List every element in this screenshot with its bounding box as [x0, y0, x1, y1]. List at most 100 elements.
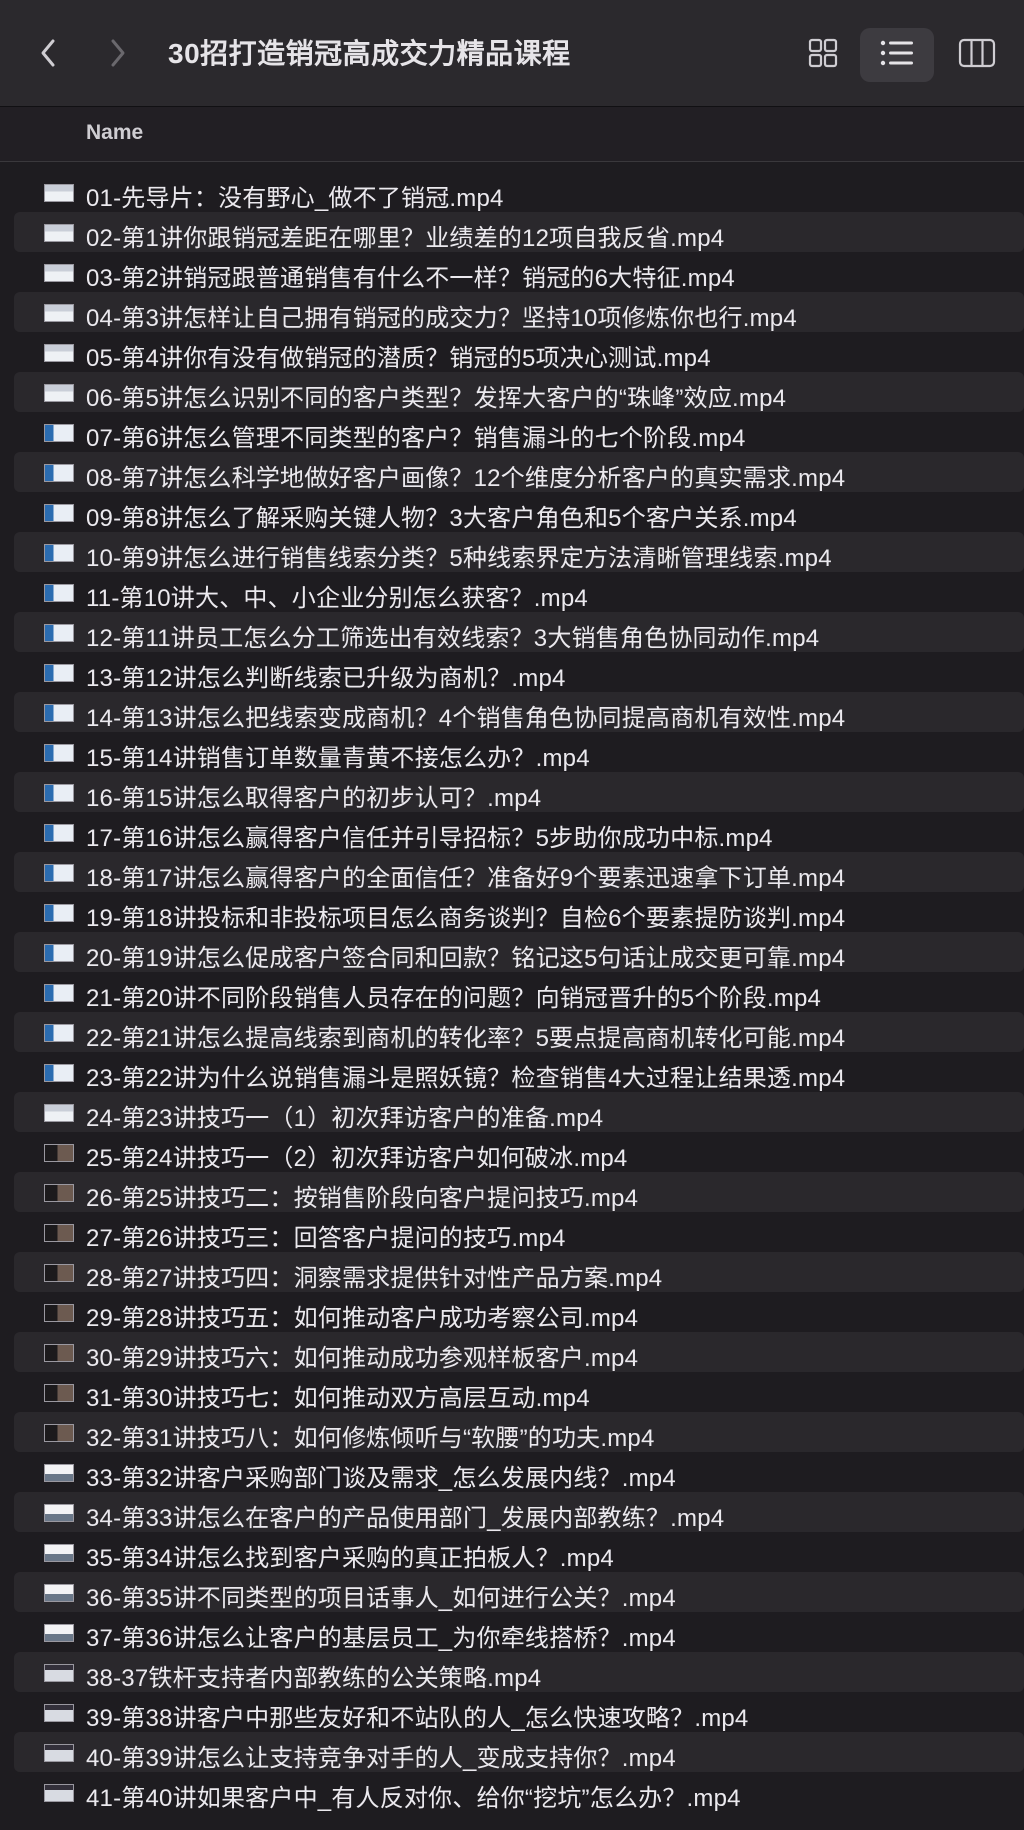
file-name: 33-第32讲客户采购部门谈及需求_怎么发展内线？.mp4 [86, 1465, 676, 1492]
file-row[interactable]: 14-第13讲怎么把线索变成商机？4个销售角色协同提高商机有效性.mp4 [14, 692, 1024, 732]
video-file-icon [44, 1744, 74, 1762]
file-row[interactable]: 05-第4讲你有没有做销冠的潜质？销冠的5项决心测试.mp4 [14, 332, 1024, 372]
file-name: 36-第35讲不同类型的项目话事人_如何进行公关？.mp4 [86, 1585, 676, 1612]
video-file-icon [44, 184, 74, 202]
file-row[interactable]: 39-第38讲客户中那些友好和不站队的人_怎么快速攻略？.mp4 [14, 1692, 1024, 1732]
file-row[interactable]: 12-第11讲员工怎么分工筛选出有效线索？3大销售角色协同动作.mp4 [14, 612, 1024, 652]
file-row[interactable]: 03-第2讲销冠跟普通销售有什么不一样？销冠的6大特征.mp4 [14, 252, 1024, 292]
video-file-icon [44, 784, 74, 802]
list-view-button[interactable] [860, 28, 934, 82]
video-file-icon [44, 1664, 74, 1682]
file-row[interactable]: 18-第17讲怎么赢得客户的全面信任？准备好9个要素迅速拿下订单.mp4 [14, 852, 1024, 892]
video-file-icon [44, 1184, 74, 1202]
file-row[interactable]: 02-第1讲你跟销冠差距在哪里？业绩差的12项自我反省.mp4 [14, 212, 1024, 252]
file-name: 06-第5讲怎么识别不同的客户类型？发挥大客户的“珠峰”效应.mp4 [86, 385, 787, 412]
file-row[interactable]: 23-第22讲为什么说销售漏斗是照妖镜？检查销售4大过程让结果透.mp4 [14, 1052, 1024, 1092]
file-name: 03-第2讲销冠跟普通销售有什么不一样？销冠的6大特征.mp4 [86, 265, 735, 292]
file-row[interactable]: 27-第26讲技巧三：回答客户提问的技巧.mp4 [14, 1212, 1024, 1252]
file-name: 32-第31讲技巧八：如何修炼倾听与“软腰”的功夫.mp4 [86, 1425, 655, 1452]
file-row[interactable]: 37-第36讲怎么让客户的基层员工_为你牵线搭桥？.mp4 [14, 1612, 1024, 1652]
video-file-icon [44, 1224, 74, 1242]
file-row[interactable]: 41-第40讲如果客户中_有人反对你、给你“挖坑”怎么办？.mp4 [14, 1772, 1024, 1812]
name-column-header[interactable]: Name [86, 121, 143, 145]
file-row[interactable]: 38-37铁杆支持者内部教练的公关策略.mp4 [14, 1652, 1024, 1692]
grid-view-icon [807, 37, 839, 74]
file-row[interactable]: 10-第9讲怎么进行销售线索分类？5种线索界定方法清晰管理线索.mp4 [14, 532, 1024, 572]
video-file-icon [44, 624, 74, 642]
file-row[interactable]: 40-第39讲怎么让支持竞争对手的人_变成支持你？.mp4 [14, 1732, 1024, 1772]
file-name: 21-第20讲不同阶段销售人员存在的问题？向销冠晋升的5个阶段.mp4 [86, 985, 822, 1012]
video-file-icon [44, 504, 74, 522]
file-row[interactable]: 29-第28讲技巧五：如何推动客户成功考察公司.mp4 [14, 1292, 1024, 1332]
file-name: 15-第14讲销售订单数量青黄不接怎么办？.mp4 [86, 745, 590, 772]
file-row[interactable]: 01-先导片：没有野心_做不了销冠.mp4 [14, 172, 1024, 212]
file-row[interactable]: 26-第25讲技巧二：按销售阶段向客户提问技巧.mp4 [14, 1172, 1024, 1212]
file-name: 10-第9讲怎么进行销售线索分类？5种线索界定方法清晰管理线索.mp4 [86, 545, 832, 572]
file-row[interactable]: 08-第7讲怎么科学地做好客户画像？12个维度分析客户的真实需求.mp4 [14, 452, 1024, 492]
file-row[interactable]: 35-第34讲怎么找到客户采购的真正拍板人？.mp4 [14, 1532, 1024, 1572]
file-name: 40-第39讲怎么让支持竞争对手的人_变成支持你？.mp4 [86, 1745, 676, 1772]
file-row[interactable]: 21-第20讲不同阶段销售人员存在的问题？向销冠晋升的5个阶段.mp4 [14, 972, 1024, 1012]
grid-view-button[interactable] [786, 28, 860, 82]
file-row[interactable]: 22-第21讲怎么提高线索到商机的转化率？5要点提高商机转化可能.mp4 [14, 1012, 1024, 1052]
video-file-icon [44, 944, 74, 962]
file-name: 23-第22讲为什么说销售漏斗是照妖镜？检查销售4大过程让结果透.mp4 [86, 1065, 846, 1092]
file-row[interactable]: 33-第32讲客户采购部门谈及需求_怎么发展内线？.mp4 [14, 1452, 1024, 1492]
file-name: 20-第19讲怎么促成客户签合同和回款？铭记这5句话让成交更可靠.mp4 [86, 945, 846, 972]
file-row[interactable]: 24-第23讲技巧一（1）初次拜访客户的准备.mp4 [14, 1092, 1024, 1132]
file-row[interactable]: 25-第24讲技巧一（2）初次拜访客户如何破冰.mp4 [14, 1132, 1024, 1172]
file-name: 01-先导片：没有野心_做不了销冠.mp4 [86, 185, 504, 212]
video-file-icon [44, 264, 74, 282]
file-row[interactable]: 04-第3讲怎样让自己拥有销冠的成交力？坚持10项修炼你也行.mp4 [14, 292, 1024, 332]
list-header: Name [0, 107, 1024, 162]
video-file-icon [44, 1624, 74, 1642]
chevron-left-icon [39, 38, 57, 68]
file-name: 07-第6讲怎么管理不同类型的客户？销售漏斗的七个阶段.mp4 [86, 425, 746, 452]
file-name: 02-第1讲你跟销冠差距在哪里？业绩差的12项自我反省.mp4 [86, 225, 725, 252]
file-row[interactable]: 31-第30讲技巧七：如何推动双方高层互动.mp4 [14, 1372, 1024, 1412]
video-file-icon [44, 384, 74, 402]
video-file-icon [44, 1544, 74, 1562]
video-file-icon [44, 344, 74, 362]
file-row[interactable]: 11-第10讲大、中、小企业分别怎么获客？.mp4 [14, 572, 1024, 612]
file-row[interactable]: 17-第16讲怎么赢得客户信任并引导招标？5步助你成功中标.mp4 [14, 812, 1024, 852]
video-file-icon [44, 1304, 74, 1322]
file-name: 04-第3讲怎样让自己拥有销冠的成交力？坚持10项修炼你也行.mp4 [86, 305, 797, 332]
file-row[interactable]: 09-第8讲怎么了解采购关键人物？3大客户角色和5个客户关系.mp4 [14, 492, 1024, 532]
file-name: 05-第4讲你有没有做销冠的潜质？销冠的5项决心测试.mp4 [86, 345, 711, 372]
video-file-icon [44, 1464, 74, 1482]
back-button[interactable] [28, 28, 68, 78]
file-row[interactable]: 34-第33讲怎么在客户的产品使用部门_发展内部教练？.mp4 [14, 1492, 1024, 1532]
file-name: 37-第36讲怎么让客户的基层员工_为你牵线搭桥？.mp4 [86, 1625, 676, 1652]
file-row[interactable]: 36-第35讲不同类型的项目话事人_如何进行公关？.mp4 [14, 1572, 1024, 1612]
file-row[interactable]: 32-第31讲技巧八：如何修炼倾听与“软腰”的功夫.mp4 [14, 1412, 1024, 1452]
file-name: 17-第16讲怎么赢得客户信任并引导招标？5步助你成功中标.mp4 [86, 825, 773, 852]
file-name: 14-第13讲怎么把线索变成商机？4个销售角色协同提高商机有效性.mp4 [86, 705, 846, 732]
video-file-icon [44, 1584, 74, 1602]
file-name: 09-第8讲怎么了解采购关键人物？3大客户角色和5个客户关系.mp4 [86, 505, 797, 532]
video-file-icon [44, 584, 74, 602]
file-name: 41-第40讲如果客户中_有人反对你、给你“挖坑”怎么办？.mp4 [86, 1785, 741, 1812]
chevron-right-icon [109, 38, 127, 68]
file-name: 11-第10讲大、中、小企业分别怎么获客？.mp4 [86, 585, 588, 612]
file-row[interactable]: 16-第15讲怎么取得客户的初步认可？.mp4 [14, 772, 1024, 812]
file-name: 26-第25讲技巧二：按销售阶段向客户提问技巧.mp4 [86, 1185, 639, 1212]
forward-button[interactable] [98, 28, 138, 78]
file-row[interactable]: 13-第12讲怎么判断线索已升级为商机？.mp4 [14, 652, 1024, 692]
video-file-icon [44, 1064, 74, 1082]
file-row[interactable]: 06-第5讲怎么识别不同的客户类型？发挥大客户的“珠峰”效应.mp4 [14, 372, 1024, 412]
file-row[interactable]: 30-第29讲技巧六：如何推动成功参观样板客户.mp4 [14, 1332, 1024, 1372]
list-view-icon [879, 39, 915, 72]
video-file-icon [44, 1144, 74, 1162]
file-name: 13-第12讲怎么判断线索已升级为商机？.mp4 [86, 665, 566, 692]
video-file-icon [44, 1384, 74, 1402]
video-file-icon [44, 1424, 74, 1442]
file-row[interactable]: 19-第18讲投标和非投标项目怎么商务谈判？自检6个要素提防谈判.mp4 [14, 892, 1024, 932]
file-row[interactable]: 28-第27讲技巧四：洞察需求提供针对性产品方案.mp4 [14, 1252, 1024, 1292]
column-view-button[interactable] [940, 28, 1014, 82]
file-list: 01-先导片：没有野心_做不了销冠.mp4 02-第1讲你跟销冠差距在哪里？业绩差… [0, 172, 1024, 1812]
column-view-icon [958, 38, 996, 73]
file-row[interactable]: 15-第14讲销售订单数量青黄不接怎么办？.mp4 [14, 732, 1024, 772]
file-row[interactable]: 20-第19讲怎么促成客户签合同和回款？铭记这5句话让成交更可靠.mp4 [14, 932, 1024, 972]
file-row[interactable]: 07-第6讲怎么管理不同类型的客户？销售漏斗的七个阶段.mp4 [14, 412, 1024, 452]
